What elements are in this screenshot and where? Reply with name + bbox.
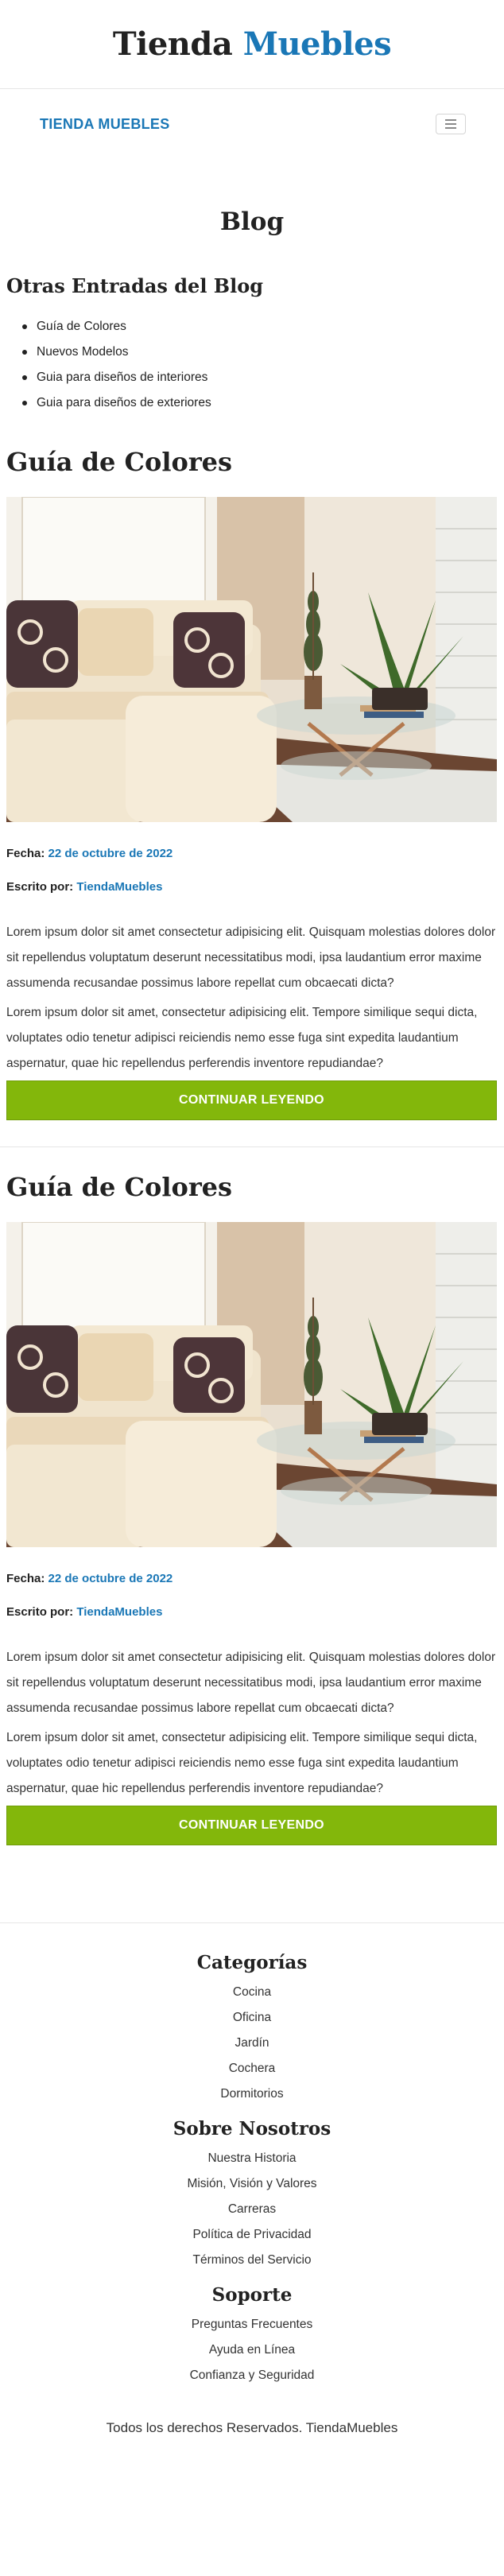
continue-reading-button[interactable]: CONTINUAR LEYENDO (6, 1080, 497, 1120)
footer-link[interactable]: Jardín (235, 2036, 269, 2050)
footer-categories: Categorías Cocina Oficina Jardín Cochera… (0, 1950, 504, 2107)
entry-author-value: TiendaMuebles (76, 1605, 163, 1619)
entry-image (6, 497, 497, 822)
sidebar-other-posts: Otras Entradas del Blog Guía de Colores … (0, 273, 504, 416)
footer-link[interactable]: Cochera (229, 2062, 276, 2075)
site-footer: Categorías Cocina Oficina Jardín Cochera… (0, 1950, 504, 2436)
footer-link[interactable]: Términos del Servicio (192, 2253, 311, 2267)
footer-link[interactable]: Cocina (233, 1985, 271, 1999)
entry-date: Fecha: 22 de octubre de 2022 (6, 841, 498, 867)
hamburger-icon-line (445, 119, 456, 121)
entry-date: Fecha: 22 de octubre de 2022 (6, 1566, 498, 1592)
sidebar-post-link[interactable]: Guía de Colores (37, 314, 126, 339)
footer-link[interactable]: Carreras (228, 2202, 276, 2216)
sidebar-post-link[interactable]: Nuevos Modelos (37, 339, 128, 365)
footer-list-item: Confianza y Seguridad (0, 2363, 504, 2388)
bullet-icon (22, 350, 27, 355)
blog-entry: Guía de Colores Fecha: 22 de octubre de … (0, 1170, 504, 1845)
entry-title[interactable]: Guía de Colores (6, 1170, 498, 1205)
footer-heading: Sobre Nosotros (173, 2118, 331, 2140)
sidebar-post-item: Nuevos Modelos (22, 339, 504, 365)
entry-author-value: TiendaMuebles (76, 880, 163, 894)
footer-list-item: Preguntas Frecuentes (0, 2312, 504, 2337)
footer-divider (0, 1922, 504, 1923)
entry-paragraph: Lorem ipsum dolor sit amet, consectetur … (6, 1731, 478, 1795)
footer-link[interactable]: Ayuda en Línea (209, 2343, 295, 2357)
entry-date-label: Fecha: (6, 847, 45, 860)
logo-text-tienda: Tienda (112, 25, 233, 63)
navbar-brand-link[interactable]: TIENDA MUEBLES (40, 116, 170, 133)
footer-list-item: Ayuda en Línea (0, 2337, 504, 2363)
bullet-icon (22, 324, 27, 329)
footer-link[interactable]: Confianza y Seguridad (190, 2368, 315, 2382)
sidebar-post-list: Guía de Colores Nuevos Modelos Guia para… (22, 314, 504, 416)
entry-paragraph: Lorem ipsum dolor sit amet consectetur a… (6, 925, 496, 990)
entry-paragraph: Lorem ipsum dolor sit amet consectetur a… (6, 1651, 496, 1715)
continue-reading-button[interactable]: CONTINUAR LEYENDO (6, 1806, 497, 1845)
footer-heading: Soporte (211, 2284, 293, 2306)
footer-list-item: Cocina (0, 1980, 504, 2005)
footer-list: Preguntas Frecuentes Ayuda en Línea Conf… (0, 2312, 504, 2388)
footer-list-item: Nuestra Historia (0, 2146, 504, 2171)
copyright-text: Todos los derechos Reservados. TiendaMue… (106, 2420, 398, 2435)
hamburger-icon-line (445, 127, 456, 129)
entry-date-value: 22 de octubre de 2022 (48, 847, 173, 860)
entry-author: Escrito por: TiendaMuebles (6, 875, 498, 900)
sidebar-post-link[interactable]: Guia para diseños de exteriores (37, 390, 211, 416)
footer-list-item: Misión, Visión y Valores (0, 2171, 504, 2197)
hamburger-icon-line (445, 123, 456, 125)
footer-list-item: Jardín (0, 2031, 504, 2056)
entry-image (6, 1222, 497, 1547)
entry-title[interactable]: Guía de Colores (6, 444, 498, 479)
sidebar-title: Otras Entradas del Blog (6, 274, 263, 297)
entry-date-value: 22 de octubre de 2022 (48, 1572, 173, 1585)
sidebar-post-item: Guia para diseños de interiores (22, 365, 504, 390)
footer-list: Cocina Oficina Jardín Cochera Dormitorio… (0, 1980, 504, 2107)
site-header: Tienda Muebles (0, 0, 504, 89)
sidebar-post-item: Guia para diseños de exteriores (22, 390, 504, 416)
footer-list-item: Cochera (0, 2056, 504, 2081)
footer-list-item: Oficina (0, 2005, 504, 2031)
footer-link[interactable]: Nuestra Historia (207, 2151, 296, 2165)
blog-entry: Guía de Colores Fecha: 22 de octubre de … (0, 444, 504, 1120)
site-logo[interactable]: Tienda Muebles (112, 25, 392, 63)
page-title: Blog (219, 208, 285, 236)
sidebar-post-link[interactable]: Guia para diseños de interiores (37, 365, 207, 390)
footer-list-item: Carreras (0, 2197, 504, 2222)
entry-author: Escrito por: TiendaMuebles (6, 1600, 498, 1625)
footer-link[interactable]: Misión, Visión y Valores (187, 2177, 316, 2190)
entry-author-label: Escrito por: (6, 1605, 74, 1619)
footer-link[interactable]: Preguntas Frecuentes (192, 2318, 313, 2331)
navbar: TIENDA MUEBLES (0, 89, 504, 159)
footer-about: Sobre Nosotros Nuestra Historia Misión, … (0, 2116, 504, 2273)
footer-list: Nuestra Historia Misión, Visión y Valore… (0, 2146, 504, 2273)
footer-support: Soporte Preguntas Frecuentes Ayuda en Lí… (0, 2283, 504, 2388)
bullet-icon (22, 401, 27, 405)
living-room-photo (6, 497, 497, 822)
footer-link[interactable]: Oficina (233, 2011, 271, 2024)
footer-link[interactable]: Política de Privacidad (192, 2228, 311, 2241)
entry-divider (0, 1146, 504, 1147)
entry-date-label: Fecha: (6, 1572, 45, 1585)
sidebar-post-item: Guía de Colores (22, 314, 504, 339)
entry-author-label: Escrito por: (6, 880, 74, 894)
living-room-photo (6, 1222, 497, 1547)
footer-heading: Categorías (196, 1952, 308, 1973)
entry-paragraph: Lorem ipsum dolor sit amet, consectetur … (6, 1006, 478, 1070)
footer-list-item: Política de Privacidad (0, 2222, 504, 2248)
bullet-icon (22, 375, 27, 380)
footer-list-item: Términos del Servicio (0, 2248, 504, 2273)
footer-list-item: Dormitorios (0, 2081, 504, 2107)
footer-link[interactable]: Dormitorios (220, 2087, 283, 2101)
navbar-toggle-button[interactable] (436, 114, 466, 134)
logo-text-muebles: Muebles (242, 25, 392, 63)
